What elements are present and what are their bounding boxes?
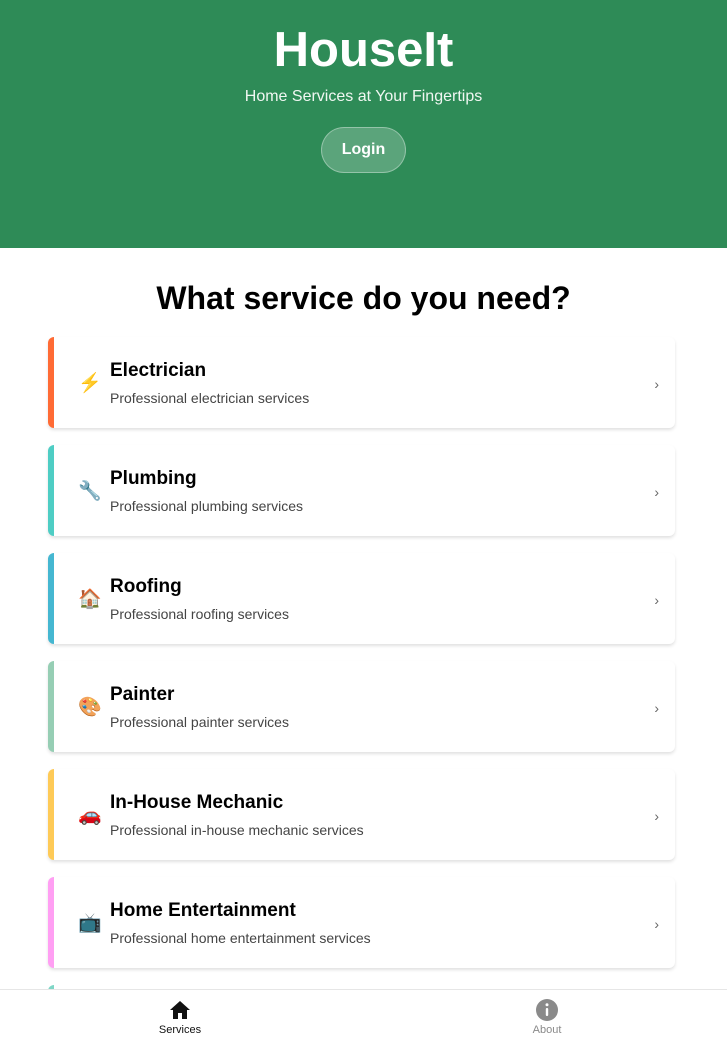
tv-icon: 📺 <box>78 913 102 934</box>
login-button[interactable]: Login <box>321 127 406 173</box>
service-name: Electrician <box>110 360 207 381</box>
service-description: Professional plumbing services <box>110 498 303 514</box>
app-screen: HouseIt Home Services at Your Fingertips… <box>0 0 727 1038</box>
service-name: Roofing <box>110 576 182 597</box>
service-description: Professional home entertainment services <box>110 930 371 946</box>
chevron-right-icon: › <box>654 916 659 932</box>
service-description: Professional electrician services <box>110 390 310 406</box>
service-card[interactable]: 🎨 Painter Professional painter services › <box>48 661 675 752</box>
hero-header: HouseIt Home Services at Your Fingertips… <box>0 0 727 248</box>
car-icon: 🚗 <box>78 805 102 826</box>
tab-about[interactable]: About <box>487 990 607 1038</box>
chevron-right-icon: › <box>654 376 659 392</box>
chevron-right-icon: › <box>654 700 659 716</box>
bottom-tab-bar: Services About <box>0 989 727 1038</box>
app-tagline: Home Services at Your Fingertips <box>244 88 483 105</box>
app-title: HouseIt <box>273 23 454 77</box>
service-description: Professional roofing services <box>110 606 289 622</box>
service-card[interactable]: ⚡ Electrician Professional electrician ser… <box>48 337 675 428</box>
tab-about-label: About <box>532 1024 562 1036</box>
service-description: Professional in-house mechanic services <box>110 822 364 838</box>
chevron-right-icon: › <box>654 808 659 824</box>
service-name: Home Entertainment <box>110 900 296 921</box>
service-card[interactable]: 📺 Home Entertainment Professional home ent… <box>48 877 675 968</box>
chevron-right-icon: › <box>654 592 659 608</box>
wrench-icon: 🔧 <box>78 481 102 502</box>
home-icon <box>170 1001 190 1019</box>
tab-services[interactable]: Services <box>120 990 240 1038</box>
lightning-icon: ⚡ <box>78 373 102 394</box>
service-card[interactable]: 🏠 Roofing Professional roofing services › <box>48 553 675 644</box>
service-name: Plumbing <box>110 468 197 489</box>
section-title: What service do you need? <box>156 280 571 316</box>
service-name: Painter <box>110 684 175 705</box>
house-icon: 🏠 <box>78 589 102 610</box>
service-card[interactable]: 🚗 In-House Mechanic Professional in-house … <box>48 769 675 860</box>
service-name: In-House Mechanic <box>110 792 284 813</box>
info-icon <box>536 999 558 1021</box>
service-card[interactable]: 🔧 Plumbing Professional plumbing services › <box>48 445 675 536</box>
tab-services-label: Services <box>158 1024 202 1036</box>
chevron-right-icon: › <box>654 484 659 500</box>
service-description: Professional painter services <box>110 714 289 730</box>
palette-icon: 🎨 <box>78 697 102 718</box>
